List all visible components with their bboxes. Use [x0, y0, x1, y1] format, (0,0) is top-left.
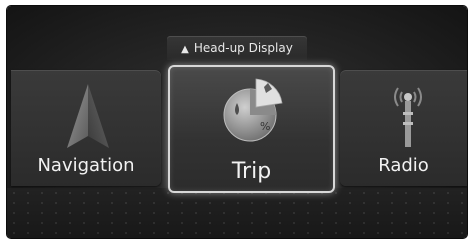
menu-item-label: Navigation [37, 155, 135, 176]
floor-pattern [7, 188, 467, 238]
triangle-up-icon: ▲ [181, 44, 189, 55]
percent-badge: % [260, 120, 270, 133]
trip-pie-icon: % [223, 78, 283, 142]
navigation-arrow-icon [67, 84, 109, 148]
menu-item-label: Radio [378, 155, 429, 176]
infotainment-screen: ▲ Head-up Display Navigation % Trip Radi… [7, 6, 467, 238]
menu-item-trip[interactable]: % Trip [168, 65, 335, 193]
menu-item-label: Trip [231, 159, 272, 184]
head-up-display-tab[interactable]: ▲ Head-up Display [167, 36, 307, 60]
menu-item-radio[interactable]: Radio [340, 70, 467, 186]
radio-antenna-icon [394, 87, 422, 147]
menu-item-navigation[interactable]: Navigation [11, 70, 161, 186]
head-up-display-label: Head-up Display [193, 41, 293, 55]
